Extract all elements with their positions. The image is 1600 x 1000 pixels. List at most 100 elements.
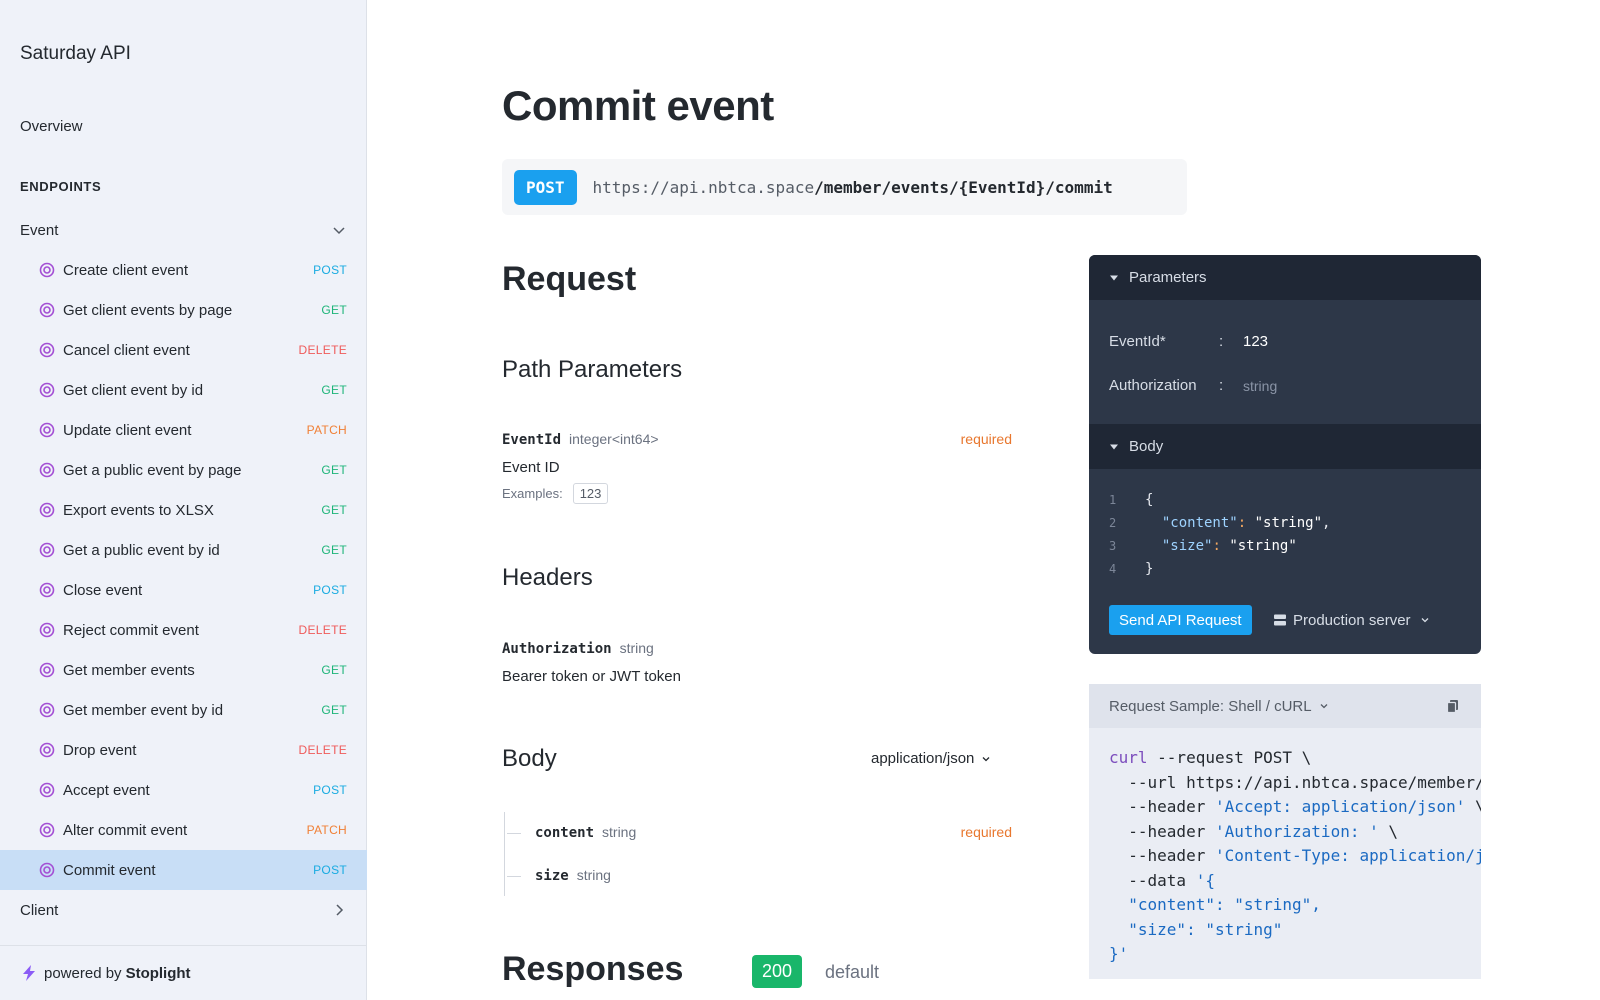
method-badge: DELETE bbox=[298, 343, 347, 357]
sidebar-item-accept-event[interactable]: Accept event POST bbox=[0, 770, 367, 810]
sidebar-item-get-a-public-event-by-id[interactable]: Get a public event by id GET bbox=[0, 530, 367, 570]
sidebar-item-reject-commit-event[interactable]: Reject commit event DELETE bbox=[0, 610, 367, 650]
code-token: }' bbox=[1109, 944, 1129, 963]
sidebar-group-label: Event bbox=[20, 221, 59, 239]
method-badge: GET bbox=[321, 383, 347, 397]
sidebar-item-label: Commit event bbox=[63, 861, 156, 879]
line-number: 4 bbox=[1109, 561, 1117, 576]
headers-heading: Headers bbox=[502, 564, 593, 591]
code-token: { bbox=[1145, 491, 1154, 508]
sidebar-item-close-event[interactable]: Close event POST bbox=[0, 570, 367, 610]
sidebar-item-label: Drop event bbox=[63, 741, 137, 759]
chevron-down-icon bbox=[982, 756, 990, 761]
body-code-editor[interactable]: 1{ 2 "content": "string", 3 "size": "str… bbox=[1109, 488, 1330, 580]
request-sample-panel: Request Sample: Shell / cURL curl --requ… bbox=[1089, 684, 1481, 979]
endpoint-url-bar: POST https://api.nbtca.space/member/even… bbox=[502, 159, 1187, 215]
caret-down-icon bbox=[1110, 444, 1118, 449]
sidebar-item-get-client-events-by-page[interactable]: Get client events by page GET bbox=[0, 290, 367, 330]
endpoint-icon bbox=[39, 422, 55, 438]
sidebar-item-label: Alter commit event bbox=[63, 821, 188, 839]
code-token: --url https://api.nbtca.space/member/eve… bbox=[1128, 772, 1481, 792]
sidebar-item-drop-event[interactable]: Drop event DELETE bbox=[0, 730, 367, 770]
response-tab-200[interactable]: 200 bbox=[752, 955, 803, 988]
sidebar-item-update-client-event[interactable]: Update client event PATCH bbox=[0, 410, 367, 450]
body-tree-line bbox=[504, 812, 505, 896]
sidebar-title[interactable]: Saturday API bbox=[20, 43, 131, 65]
sidebar-item-get-member-events[interactable]: Get member events GET bbox=[0, 650, 367, 690]
main-content: Commit event POST https://api.nbtca.spac… bbox=[367, 0, 1600, 1000]
method-badge: DELETE bbox=[298, 623, 347, 637]
request-heading: Request bbox=[502, 260, 637, 298]
method-badge: GET bbox=[321, 703, 347, 717]
method-badge: PATCH bbox=[306, 423, 347, 437]
body-heading: Body bbox=[502, 745, 557, 772]
sidebar-item-label: Cancel client event bbox=[63, 341, 190, 359]
sidebar-item-get-member-event-by-id[interactable]: Get member event by id GET bbox=[0, 690, 367, 730]
param-type: integer<int64> bbox=[569, 431, 659, 447]
field-label: EventId* bbox=[1109, 333, 1166, 350]
method-badge: GET bbox=[321, 503, 347, 517]
code-line: 4} bbox=[1109, 557, 1330, 580]
send-api-request-button[interactable]: Send API Request bbox=[1109, 605, 1252, 635]
sidebar-item-create-client-event[interactable]: Create client event POST bbox=[0, 250, 367, 290]
code-token: "string" bbox=[1229, 537, 1297, 554]
powered-by-footer[interactable]: powered by Stoplight bbox=[0, 945, 367, 1000]
param-description: Bearer token or JWT token bbox=[502, 668, 681, 685]
sidebar-item-get-client-event-by-id[interactable]: Get client event by id GET bbox=[0, 370, 367, 410]
request-sample-language-selector[interactable]: Request Sample: Shell / cURL bbox=[1109, 698, 1312, 715]
sidebar-item-cancel-client-event[interactable]: Cancel client event DELETE bbox=[0, 330, 367, 370]
example-chip[interactable]: 123 bbox=[572, 483, 609, 504]
sidebar-item-commit-event[interactable]: Commit event POST bbox=[0, 850, 367, 890]
endpoint-icon bbox=[39, 782, 55, 798]
param-type: string bbox=[576, 867, 611, 883]
code-token: "content": "string", bbox=[1109, 895, 1321, 914]
server-label: Production server bbox=[1293, 611, 1411, 629]
sidebar-item-label: Get member event by id bbox=[63, 701, 224, 719]
field-colon: : bbox=[1219, 377, 1224, 394]
code-token: \ bbox=[1378, 821, 1398, 841]
sidebar-item-label: Close event bbox=[63, 581, 143, 599]
method-badge: PATCH bbox=[306, 823, 347, 837]
code-token: \ bbox=[1465, 797, 1481, 816]
sidebar-item-overview[interactable]: Overview bbox=[20, 118, 83, 135]
code-token: } bbox=[1145, 560, 1154, 577]
code-token: '{ bbox=[1195, 870, 1215, 890]
path-parameters-heading: Path Parameters bbox=[502, 356, 683, 383]
method-badge: DELETE bbox=[298, 743, 347, 757]
sidebar-item-export-events-to-xlsx[interactable]: Export events to XLSX GET bbox=[0, 490, 367, 530]
copy-icon[interactable] bbox=[1445, 698, 1461, 714]
code-line: 3 "size": "string" bbox=[1109, 534, 1330, 557]
sidebar-item-alter-commit-event[interactable]: Alter commit event PATCH bbox=[0, 810, 367, 850]
sidebar-item-get-a-public-event-by-page[interactable]: Get a public event by page GET bbox=[0, 450, 367, 490]
authorization-input[interactable]: string bbox=[1243, 378, 1277, 394]
sidebar-item-label: Get member events bbox=[63, 661, 195, 679]
endpoint-icon bbox=[39, 702, 55, 718]
endpoint-icon bbox=[39, 462, 55, 478]
chevron-down-icon bbox=[1421, 618, 1429, 623]
body-panel-heading: Body bbox=[1129, 438, 1164, 455]
caret-down-icon bbox=[1110, 275, 1118, 280]
code-token: curl bbox=[1109, 748, 1148, 767]
endpoint-icon bbox=[39, 302, 55, 318]
page-title: Commit event bbox=[502, 82, 774, 129]
sidebar-section-endpoints: ENDPOINTS bbox=[20, 179, 102, 194]
sidebar-item-label: Get a public event by page bbox=[63, 461, 242, 479]
server-selector[interactable]: Production server bbox=[1273, 605, 1431, 635]
line-number: 3 bbox=[1109, 538, 1117, 553]
body-tree-branch bbox=[507, 833, 521, 834]
content-type-selector[interactable]: application/json bbox=[871, 750, 992, 767]
endpoint-icon bbox=[39, 262, 55, 278]
try-it-panel: Parameters EventId* : 123 Authorization … bbox=[1089, 255, 1481, 654]
required-badge: required bbox=[960, 824, 1012, 840]
parameters-toggle[interactable]: Parameters bbox=[1089, 255, 1481, 300]
body-toggle[interactable]: Body bbox=[1089, 424, 1481, 469]
sidebar-group-client[interactable]: Client bbox=[0, 892, 367, 928]
sidebar-group-label: Client bbox=[20, 901, 59, 919]
code-token: --data bbox=[1109, 870, 1196, 890]
sidebar-group-event[interactable]: Event bbox=[0, 212, 367, 248]
code-token: : bbox=[1237, 514, 1247, 531]
eventid-input[interactable]: 123 bbox=[1243, 333, 1268, 350]
required-badge: required bbox=[960, 431, 1012, 447]
responses-heading: Responses bbox=[502, 950, 684, 988]
endpoint-icon bbox=[39, 342, 55, 358]
